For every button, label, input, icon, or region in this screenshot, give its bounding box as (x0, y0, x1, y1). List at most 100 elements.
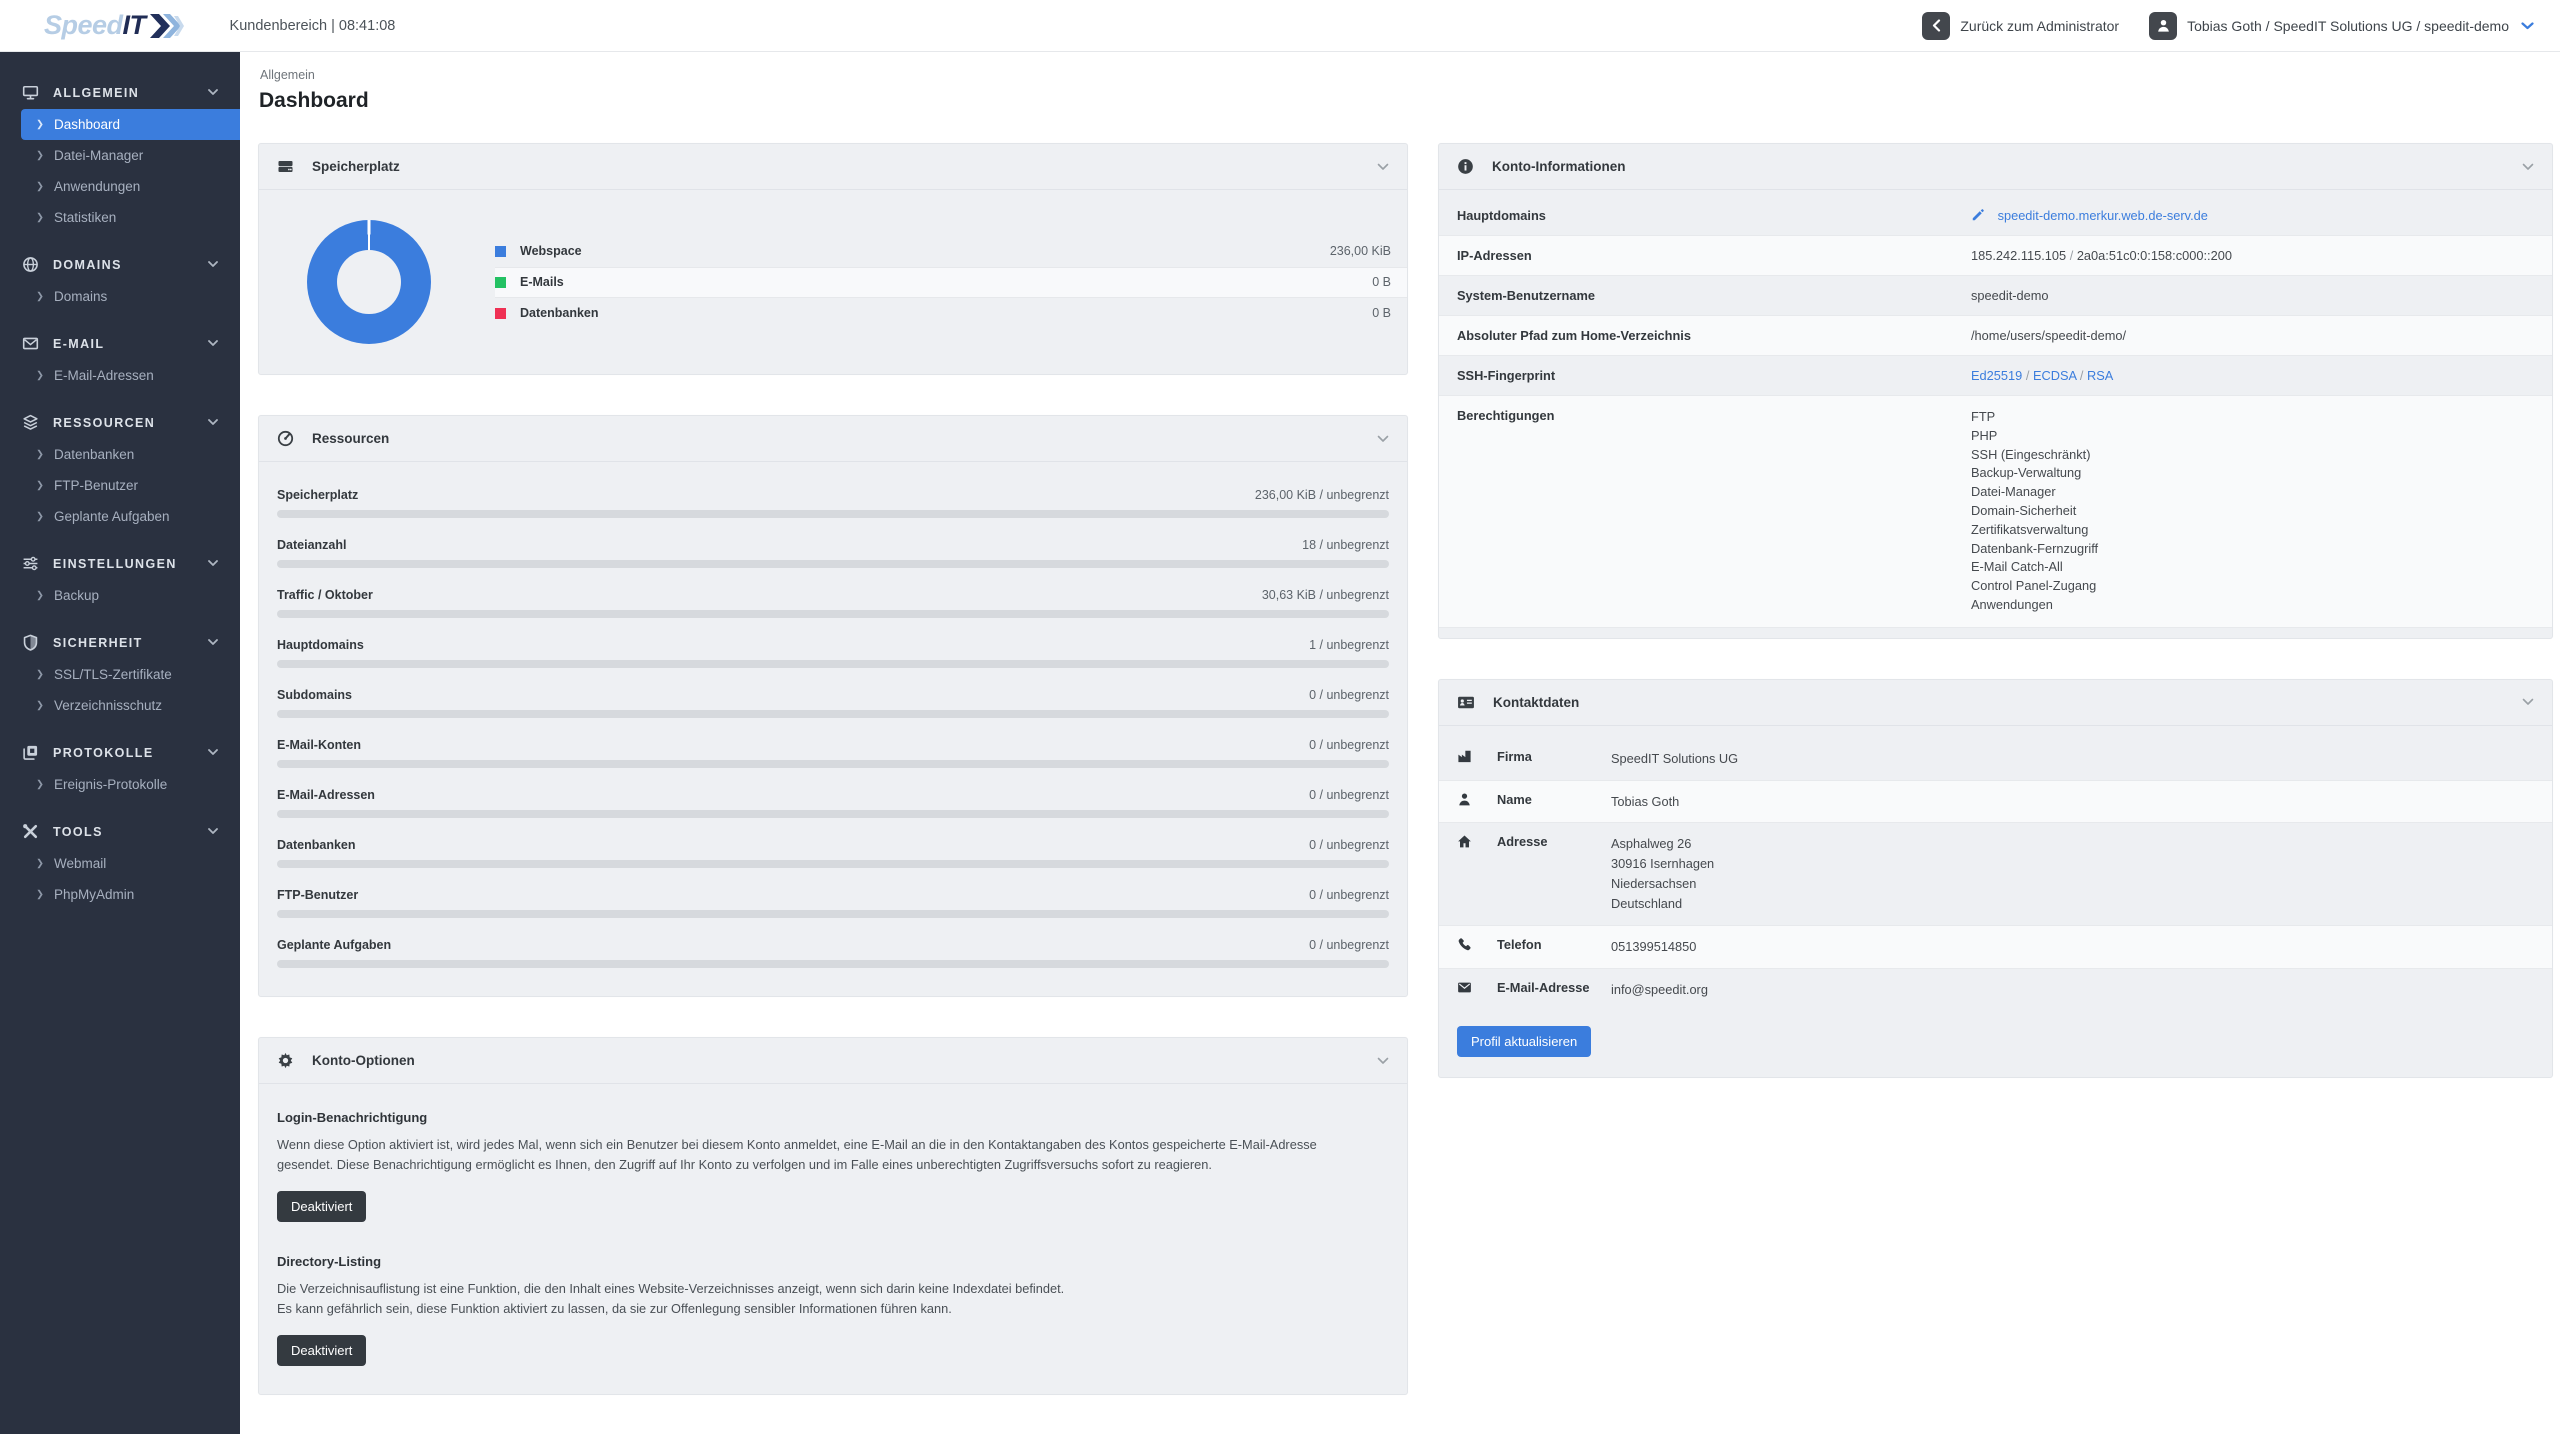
resources-card-header[interactable]: Ressourcen (259, 416, 1407, 462)
hauptdomain-link[interactable]: speedit-demo.merkur.web.de-serv.de (1998, 208, 2208, 223)
topbar-context: Kundenbereich | 08:41:08 (230, 18, 396, 34)
progress-bar (277, 510, 1389, 518)
legend-row: E-Mails 0 B (495, 267, 1407, 298)
sidebar-section-email[interactable]: E-MAIL (0, 327, 240, 360)
chevron-right-icon: ❯ (36, 511, 44, 522)
sidebar-item-phpmyadmin[interactable]: ❯PhpMyAdmin (0, 879, 240, 910)
sidebar-item-ftp-benutzer[interactable]: ❯FTP-Benutzer (0, 470, 240, 501)
user-menu[interactable]: Tobias Goth / SpeedIT Solutions UG / spe… (2149, 12, 2534, 40)
id-card-icon (1457, 694, 1475, 711)
chevron-down-icon (208, 419, 218, 426)
home-icon (1457, 834, 1472, 849)
phone-icon (1457, 937, 1472, 952)
resource-row: E-Mail-Adressen0 / unbegrenzt (277, 788, 1389, 818)
info-row-system-benutzername: System-Benutzername speedit-demo (1439, 276, 2552, 315)
brand-text-it: IT (123, 10, 146, 41)
home-path-value: /home/users/speedit-demo/ (1971, 328, 2534, 343)
sidebar-section-tools[interactable]: TOOLS (0, 815, 240, 848)
ipv4-value: 185.242.115.105 (1971, 248, 2066, 263)
progress-bar (277, 910, 1389, 918)
card-title: Kontaktdaten (1493, 695, 1579, 710)
sidebar-item-datenbanken[interactable]: ❯Datenbanken (0, 439, 240, 470)
chevron-down-icon (208, 89, 218, 96)
sidebar-section-sicherheit[interactable]: SICHERHEIT (0, 626, 240, 659)
chevron-down-icon[interactable] (1377, 1057, 1389, 1065)
sidebar: ALLGEMEIN ❯Dashboard ❯Datei-Manager ❯Anw… (0, 52, 240, 1434)
progress-bar (277, 660, 1389, 668)
chevron-down-icon[interactable] (2522, 163, 2534, 171)
ssh-ed25519-link[interactable]: Ed25519 (1971, 368, 2022, 383)
chevron-down-icon[interactable] (1377, 435, 1389, 443)
sidebar-item-domains[interactable]: ❯Domains (0, 281, 240, 312)
sidebar-item-backup[interactable]: ❯Backup (0, 580, 240, 611)
sidebar-section-label: PROTOKOLLE (53, 746, 154, 760)
resource-row: Geplante Aufgaben0 / unbegrenzt (277, 938, 1389, 968)
info-row-berechtigungen: Berechtigungen FTP PHP SSH (Eingeschränk… (1439, 395, 2552, 628)
resource-row: E-Mail-Konten0 / unbegrenzt (277, 738, 1389, 768)
sidebar-item-dashboard[interactable]: ❯Dashboard (21, 109, 240, 140)
sidebar-item-ereignis-protokolle[interactable]: ❯Ereignis-Protokolle (0, 769, 240, 800)
brand-text-speed: Speed (44, 10, 123, 41)
info-row-ssh-fingerprint: SSH-Fingerprint Ed25519 / ECDSA / RSA (1439, 356, 2552, 395)
storage-donut-chart (307, 220, 431, 344)
account-info-card-header[interactable]: Konto-Informationen (1439, 144, 2552, 190)
chevron-down-icon[interactable] (1377, 163, 1389, 171)
resource-row: FTP-Benutzer0 / unbegrenzt (277, 888, 1389, 918)
ssh-rsa-link[interactable]: RSA (2087, 368, 2113, 383)
card-title: Speicherplatz (312, 159, 400, 174)
legend-swatch-emails (495, 277, 506, 288)
info-row-ip-adressen: IP-Adressen 185.242.115.105 / 2a0a:51c0:… (1439, 235, 2552, 276)
sidebar-section-allgemein[interactable]: ALLGEMEIN (0, 76, 240, 109)
sidebar-item-anwendungen[interactable]: ❯Anwendungen (0, 171, 240, 202)
chevron-left-icon (1922, 12, 1950, 40)
contact-card-header[interactable]: Kontaktdaten (1439, 680, 2552, 726)
sidebar-item-verzeichnisschutz[interactable]: ❯Verzeichnisschutz (0, 690, 240, 721)
sidebar-section-label: SICHERHEIT (53, 636, 143, 650)
chevron-down-icon (208, 828, 218, 835)
main-content: Allgemein Dashboard Speicherplatz (240, 52, 2560, 1434)
phone-value: 051399514850 (1611, 937, 2534, 957)
company-value: SpeedIT Solutions UG (1611, 749, 2534, 769)
sidebar-item-ssl-tls-zertifikate[interactable]: ❯SSL/TLS-Zertifikate (0, 659, 240, 690)
ssh-ecdsa-link[interactable]: ECDSA (2033, 368, 2076, 383)
storage-card-header[interactable]: Speicherplatz (259, 144, 1407, 190)
sidebar-section-protokolle[interactable]: PROTOKOLLE (0, 736, 240, 769)
brand-logo[interactable]: SpeedIT (44, 10, 184, 41)
legend-swatch-webspace (495, 246, 506, 257)
sidebar-item-statistiken[interactable]: ❯Statistiken (0, 202, 240, 233)
resource-row: Dateianzahl18 / unbegrenzt (277, 538, 1389, 568)
contact-row-email: E-Mail-Adresse info@speedit.org (1439, 969, 2552, 1011)
pencil-icon[interactable] (1971, 208, 1985, 222)
chevron-down-icon[interactable] (2522, 698, 2534, 706)
update-profile-button[interactable]: Profil aktualisieren (1457, 1026, 1591, 1057)
chevron-right-icon: ❯ (36, 291, 44, 302)
sidebar-item-geplante-aufgaben[interactable]: ❯Geplante Aufgaben (0, 501, 240, 532)
resource-row: Hauptdomains1 / unbegrenzt (277, 638, 1389, 668)
login-notification-toggle-button[interactable]: Deaktiviert (277, 1191, 366, 1222)
permissions-list: FTP PHP SSH (Eingeschränkt) Backup-Verwa… (1971, 408, 2534, 615)
page-title: Dashboard (259, 89, 2553, 113)
sidebar-section-ressourcen[interactable]: RESSOURCEN (0, 406, 240, 439)
directory-listing-toggle-button[interactable]: Deaktiviert (277, 1335, 366, 1366)
sidebar-item-webmail[interactable]: ❯Webmail (0, 848, 240, 879)
sidebar-section-einstellungen[interactable]: EINSTELLUNGEN (0, 547, 240, 580)
progress-bar (277, 760, 1389, 768)
account-options-card-header[interactable]: Konto-Optionen (259, 1038, 1407, 1084)
chevron-right-icon: ❯ (36, 449, 44, 460)
sidebar-item-email-adressen[interactable]: ❯E-Mail-Adressen (0, 360, 240, 391)
contact-row-telefon: Telefon 051399514850 (1439, 925, 2552, 969)
sidebar-section-domains[interactable]: DOMAINS (0, 248, 240, 281)
sidebar-item-datei-manager[interactable]: ❯Datei-Manager (0, 140, 240, 171)
chevron-right-icon: ❯ (36, 119, 44, 130)
back-to-admin-button[interactable]: Zurück zum Administrator (1922, 12, 2119, 40)
topbar: SpeedIT Kundenbereich | 08:41:08 Zurück … (0, 0, 2560, 52)
chevron-right-icon: ❯ (36, 480, 44, 491)
hdd-icon (277, 158, 294, 175)
email-value: info@speedit.org (1611, 980, 2534, 1000)
progress-bar (277, 610, 1389, 618)
storage-card: Speicherplatz Webspace 236,00 KiB (258, 143, 1408, 375)
sidebar-section-label: EINSTELLUNGEN (53, 557, 177, 571)
user-avatar-icon (2149, 12, 2177, 40)
directory-listing-option: Directory-Listing Die Verzeichnisauflist… (277, 1254, 1389, 1366)
chevron-down-icon (208, 639, 218, 646)
